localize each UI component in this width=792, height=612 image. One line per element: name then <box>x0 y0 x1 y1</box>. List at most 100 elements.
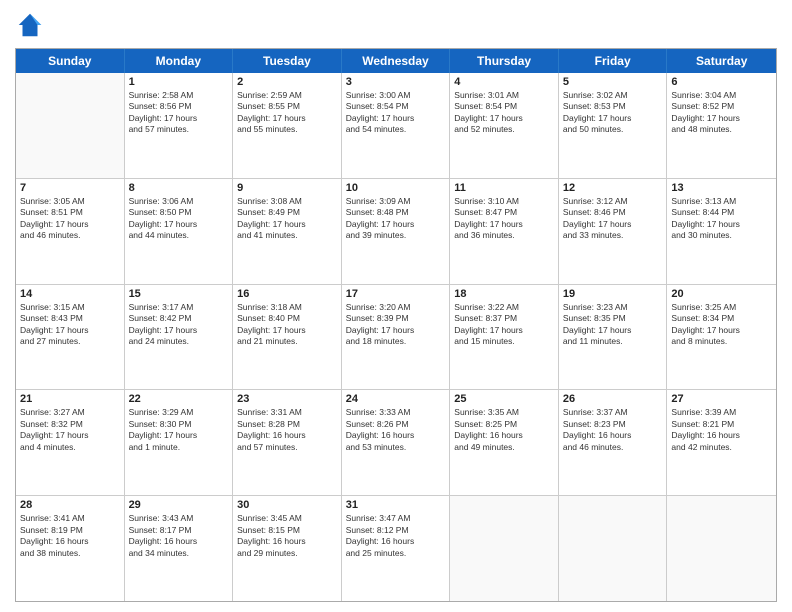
cell-line: Sunset: 8:21 PM <box>671 419 772 430</box>
cell-line: Daylight: 16 hours <box>346 536 446 547</box>
cell-line: and 55 minutes. <box>237 124 337 135</box>
cell-line: Daylight: 17 hours <box>237 219 337 230</box>
day-cell-10: 10Sunrise: 3:09 AMSunset: 8:48 PMDayligh… <box>342 179 451 284</box>
day-number: 5 <box>563 76 663 88</box>
cell-line: Daylight: 17 hours <box>129 219 229 230</box>
cell-line: Sunset: 8:26 PM <box>346 419 446 430</box>
cell-line: and 39 minutes. <box>346 230 446 241</box>
cell-line: Daylight: 17 hours <box>346 113 446 124</box>
day-cell-22: 22Sunrise: 3:29 AMSunset: 8:30 PMDayligh… <box>125 390 234 495</box>
cell-line: Daylight: 16 hours <box>237 430 337 441</box>
day-cell-23: 23Sunrise: 3:31 AMSunset: 8:28 PMDayligh… <box>233 390 342 495</box>
cell-line: Daylight: 16 hours <box>563 430 663 441</box>
cell-line: and 41 minutes. <box>237 230 337 241</box>
cell-line: and 34 minutes. <box>129 548 229 559</box>
cell-line: Sunset: 8:30 PM <box>129 419 229 430</box>
cell-line: Sunrise: 2:58 AM <box>129 90 229 101</box>
day-number: 13 <box>671 182 772 194</box>
cell-line: and 30 minutes. <box>671 230 772 241</box>
cell-line: Sunrise: 3:10 AM <box>454 196 554 207</box>
cell-line: Sunrise: 3:29 AM <box>129 407 229 418</box>
cell-line: Daylight: 17 hours <box>129 325 229 336</box>
cell-line: and 18 minutes. <box>346 336 446 347</box>
cell-line: Sunset: 8:17 PM <box>129 525 229 536</box>
cell-line: Sunrise: 3:18 AM <box>237 302 337 313</box>
cell-line: Sunrise: 3:31 AM <box>237 407 337 418</box>
day-number: 28 <box>20 499 120 511</box>
day-number: 17 <box>346 288 446 300</box>
calendar-row-3: 14Sunrise: 3:15 AMSunset: 8:43 PMDayligh… <box>16 285 776 391</box>
logo <box>15 10 49 40</box>
day-cell-28: 28Sunrise: 3:41 AMSunset: 8:19 PMDayligh… <box>16 496 125 601</box>
cell-line: Daylight: 17 hours <box>671 219 772 230</box>
cell-line: Daylight: 17 hours <box>129 430 229 441</box>
cell-line: Daylight: 17 hours <box>563 325 663 336</box>
cell-line: Sunset: 8:47 PM <box>454 207 554 218</box>
cell-line: Sunset: 8:23 PM <box>563 419 663 430</box>
cell-line: Sunrise: 3:12 AM <box>563 196 663 207</box>
cell-line: Sunset: 8:12 PM <box>346 525 446 536</box>
cell-line: Daylight: 16 hours <box>20 536 120 547</box>
day-cell-30: 30Sunrise: 3:45 AMSunset: 8:15 PMDayligh… <box>233 496 342 601</box>
calendar-row-4: 21Sunrise: 3:27 AMSunset: 8:32 PMDayligh… <box>16 390 776 496</box>
cell-line: Sunset: 8:39 PM <box>346 313 446 324</box>
day-cell-26: 26Sunrise: 3:37 AMSunset: 8:23 PMDayligh… <box>559 390 668 495</box>
cell-line: Daylight: 17 hours <box>237 325 337 336</box>
day-number: 6 <box>671 76 772 88</box>
cell-line: Sunrise: 3:00 AM <box>346 90 446 101</box>
cell-line: Daylight: 17 hours <box>20 325 120 336</box>
cell-line: and 44 minutes. <box>129 230 229 241</box>
cell-line: Sunrise: 3:25 AM <box>671 302 772 313</box>
cell-line: and 8 minutes. <box>671 336 772 347</box>
day-number: 9 <box>237 182 337 194</box>
cell-line: Sunset: 8:32 PM <box>20 419 120 430</box>
cell-line: Sunrise: 2:59 AM <box>237 90 337 101</box>
cell-line: Sunset: 8:35 PM <box>563 313 663 324</box>
day-cell-15: 15Sunrise: 3:17 AMSunset: 8:42 PMDayligh… <box>125 285 234 390</box>
cell-line: Daylight: 16 hours <box>671 430 772 441</box>
day-cell-11: 11Sunrise: 3:10 AMSunset: 8:47 PMDayligh… <box>450 179 559 284</box>
day-cell-29: 29Sunrise: 3:43 AMSunset: 8:17 PMDayligh… <box>125 496 234 601</box>
cell-line: Sunset: 8:50 PM <box>129 207 229 218</box>
day-cell-6: 6Sunrise: 3:04 AMSunset: 8:52 PMDaylight… <box>667 73 776 178</box>
cell-line: Daylight: 17 hours <box>346 325 446 336</box>
cell-line: Sunrise: 3:05 AM <box>20 196 120 207</box>
day-number: 3 <box>346 76 446 88</box>
day-cell-17: 17Sunrise: 3:20 AMSunset: 8:39 PMDayligh… <box>342 285 451 390</box>
day-cell-4: 4Sunrise: 3:01 AMSunset: 8:54 PMDaylight… <box>450 73 559 178</box>
cell-line: and 29 minutes. <box>237 548 337 559</box>
cell-line: and 36 minutes. <box>454 230 554 241</box>
cell-line: Sunrise: 3:39 AM <box>671 407 772 418</box>
day-cell-7: 7Sunrise: 3:05 AMSunset: 8:51 PMDaylight… <box>16 179 125 284</box>
logo-icon <box>15 10 45 40</box>
header-day-sunday: Sunday <box>16 49 125 73</box>
cell-line: Daylight: 17 hours <box>563 113 663 124</box>
cell-line: Sunrise: 3:35 AM <box>454 407 554 418</box>
cell-line: Sunset: 8:52 PM <box>671 101 772 112</box>
day-number: 26 <box>563 393 663 405</box>
cell-line: and 48 minutes. <box>671 124 772 135</box>
cell-line: Sunset: 8:44 PM <box>671 207 772 218</box>
calendar-row-1: 1Sunrise: 2:58 AMSunset: 8:56 PMDaylight… <box>16 73 776 179</box>
cell-line: and 24 minutes. <box>129 336 229 347</box>
cell-line: Sunrise: 3:43 AM <box>129 513 229 524</box>
day-cell-24: 24Sunrise: 3:33 AMSunset: 8:26 PMDayligh… <box>342 390 451 495</box>
day-number: 2 <box>237 76 337 88</box>
day-number: 25 <box>454 393 554 405</box>
calendar-row-2: 7Sunrise: 3:05 AMSunset: 8:51 PMDaylight… <box>16 179 776 285</box>
day-cell-31: 31Sunrise: 3:47 AMSunset: 8:12 PMDayligh… <box>342 496 451 601</box>
day-cell-13: 13Sunrise: 3:13 AMSunset: 8:44 PMDayligh… <box>667 179 776 284</box>
cell-line: Sunset: 8:56 PM <box>129 101 229 112</box>
cell-line: Daylight: 17 hours <box>20 430 120 441</box>
calendar: SundayMondayTuesdayWednesdayThursdayFrid… <box>15 48 777 602</box>
day-number: 10 <box>346 182 446 194</box>
header <box>15 10 777 40</box>
cell-line: Daylight: 16 hours <box>454 430 554 441</box>
cell-line: and 53 minutes. <box>346 442 446 453</box>
cell-line: Daylight: 17 hours <box>454 219 554 230</box>
day-cell-12: 12Sunrise: 3:12 AMSunset: 8:46 PMDayligh… <box>559 179 668 284</box>
header-day-friday: Friday <box>559 49 668 73</box>
header-day-thursday: Thursday <box>450 49 559 73</box>
day-number: 12 <box>563 182 663 194</box>
cell-line: Sunset: 8:42 PM <box>129 313 229 324</box>
